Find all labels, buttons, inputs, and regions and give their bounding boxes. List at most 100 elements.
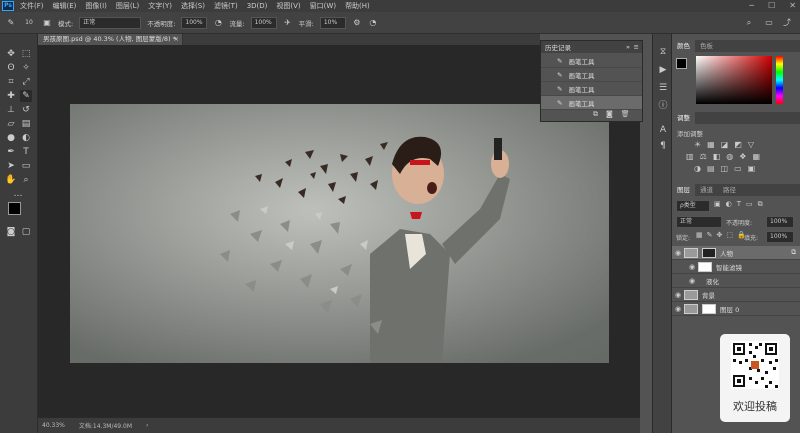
tab-paths[interactable]: 路径 xyxy=(718,184,741,196)
history-panel-icon[interactable]: ⧖ xyxy=(657,46,669,58)
panel-foreground-swatch[interactable] xyxy=(676,58,687,69)
history-brush-tool-icon[interactable]: ↺ xyxy=(20,104,32,116)
eye-icon[interactable]: ◉ xyxy=(672,249,684,257)
healing-tool-icon[interactable]: ✚ xyxy=(5,90,17,102)
canvas-image[interactable] xyxy=(70,104,609,363)
blend-mode-dropdown[interactable]: 正常 xyxy=(676,216,722,228)
properties-panel-icon[interactable]: ☰ xyxy=(657,82,669,94)
shape-filter-icon[interactable]: ▭ xyxy=(746,200,753,209)
paragraph-panel-icon[interactable]: ¶ xyxy=(657,140,669,152)
camera-icon[interactable]: ◙ xyxy=(606,110,613,119)
crop-tool-icon[interactable]: ⌗ xyxy=(5,76,17,88)
layer-mask-thumbnail[interactable] xyxy=(702,247,716,258)
eye-icon[interactable]: ◉ xyxy=(672,291,684,299)
lock-transparent-icon[interactable]: ▦ xyxy=(696,231,703,239)
menu-edit[interactable]: 编辑(E) xyxy=(53,1,77,11)
airbrush-icon[interactable]: ✈ xyxy=(283,18,293,28)
exposure-icon[interactable]: ◩ xyxy=(734,140,742,149)
history-item[interactable]: ✎ 画笔工具 xyxy=(541,54,642,68)
smoothing-input[interactable]: 10% xyxy=(319,16,346,29)
menu-type[interactable]: 文字(Y) xyxy=(148,1,172,11)
stamp-tool-icon[interactable]: ⊥ xyxy=(5,104,17,116)
menu-image[interactable]: 图像(I) xyxy=(85,1,107,11)
menu-3d[interactable]: 3D(D) xyxy=(247,2,268,10)
actions-panel-icon[interactable]: ▶ xyxy=(657,64,669,76)
tab-adjustments[interactable]: 调整 xyxy=(672,112,695,124)
brush-settings-icon[interactable]: ▣ xyxy=(42,18,52,28)
layer-kind-filter[interactable]: ρ类型 xyxy=(676,200,710,212)
info-panel-icon[interactable]: ⓘ xyxy=(657,100,669,112)
maximize-button[interactable]: ☐ xyxy=(768,1,775,10)
layer-row[interactable]: ◉ 智能滤镜 xyxy=(672,260,800,274)
eyedropper-tool-icon[interactable]: ⤢ xyxy=(20,76,32,88)
selective-color-icon[interactable]: ▣ xyxy=(748,164,756,173)
search-icon[interactable]: ⌕ xyxy=(744,18,754,28)
trash-icon[interactable]: 🗑 xyxy=(621,110,630,119)
tab-swatches[interactable]: 色板 xyxy=(695,40,718,52)
color-lookup-icon[interactable]: ▦ xyxy=(752,152,760,161)
hue-slider[interactable] xyxy=(776,56,783,104)
submission-watermark[interactable]: 欢迎投稿 xyxy=(720,334,790,422)
history-item[interactable]: ✎ 画笔工具 xyxy=(541,68,642,82)
pen-tool-icon[interactable]: ✒ xyxy=(5,146,17,158)
eye-icon[interactable]: ◉ xyxy=(672,305,684,313)
layer-row[interactable]: ◉ 液化 xyxy=(672,274,800,288)
history-menu-icon[interactable]: ≡ xyxy=(634,43,639,51)
gradient-tool-icon[interactable]: ▤ xyxy=(20,118,32,130)
eye-icon[interactable]: ◉ xyxy=(686,277,698,285)
layer-row-selected[interactable]: ◉ 人物 ⧉ xyxy=(672,246,800,260)
marquee-tool-icon[interactable]: ⬚ xyxy=(20,48,32,60)
document-close-icon[interactable]: × xyxy=(174,34,179,45)
history-item-selected[interactable]: ✎ 画笔工具 xyxy=(541,96,642,110)
move-tool-icon[interactable]: ✥ xyxy=(5,48,17,60)
zoom-level[interactable]: 40.33% xyxy=(42,422,65,429)
layer-row[interactable]: ◉ 图层 0 xyxy=(672,302,800,316)
black-white-icon[interactable]: ◧ xyxy=(713,152,721,161)
menu-help[interactable]: 帮助(H) xyxy=(345,1,370,11)
photo-filter-icon[interactable]: ◍ xyxy=(726,152,733,161)
threshold-icon[interactable]: ◫ xyxy=(721,164,729,173)
tab-color[interactable]: 颜色 xyxy=(672,40,695,52)
hand-tool-icon[interactable]: ✋ xyxy=(5,174,17,186)
brightness-icon[interactable]: ☀ xyxy=(694,140,701,149)
gear-icon[interactable]: ⚙ xyxy=(352,18,362,28)
curves-icon[interactable]: ◪ xyxy=(721,140,729,149)
dodge-tool-icon[interactable]: ◐ xyxy=(20,132,32,144)
mode-dropdown[interactable]: 正常 xyxy=(79,16,142,29)
zoom-tool-icon[interactable]: ⌕ xyxy=(20,174,32,186)
layer-row[interactable]: ◉ 背景 xyxy=(672,288,800,302)
menu-select[interactable]: 选择(S) xyxy=(181,1,205,11)
adjustment-filter-icon[interactable]: ◐ xyxy=(726,200,732,209)
flow-input[interactable]: 100% xyxy=(250,16,277,29)
path-select-tool-icon[interactable]: ➤ xyxy=(5,160,17,172)
magic-wand-tool-icon[interactable]: ✧ xyxy=(20,62,32,74)
close-button[interactable]: ✕ xyxy=(789,1,796,10)
lock-position-icon[interactable]: ✥ xyxy=(717,231,723,239)
pressure-opacity-icon[interactable]: ◔ xyxy=(213,18,223,28)
workspace-icon[interactable]: ▭ xyxy=(764,18,774,28)
color-picker-field[interactable] xyxy=(696,56,772,104)
menu-file[interactable]: 文件(F) xyxy=(20,1,44,11)
gradient-map-icon[interactable]: ▭ xyxy=(734,164,742,173)
eraser-tool-icon[interactable]: ▱ xyxy=(5,118,17,130)
share-icon[interactable]: ⤴ xyxy=(782,18,792,28)
brush-tool-icon[interactable]: ✎ xyxy=(20,90,32,102)
brush-size-picker[interactable]: 10 xyxy=(22,18,36,28)
levels-icon[interactable]: ▦ xyxy=(707,140,715,149)
channel-mixer-icon[interactable]: ❖ xyxy=(739,152,746,161)
screen-mode-icon[interactable]: ▢ xyxy=(20,226,32,238)
character-panel-icon[interactable]: A xyxy=(657,124,669,136)
history-collapse-icon[interactable]: » xyxy=(626,43,630,51)
tab-channels[interactable]: 通道 xyxy=(695,184,718,196)
quick-mask-icon[interactable]: ◙ xyxy=(5,226,17,238)
layer-mask-thumbnail[interactable] xyxy=(702,303,716,314)
menu-filter[interactable]: 滤镜(T) xyxy=(214,1,238,11)
more-tools-icon[interactable]: … xyxy=(12,188,24,200)
blur-tool-icon[interactable]: ● xyxy=(5,132,17,144)
color-balance-icon[interactable]: ⚖ xyxy=(700,152,707,161)
snapshot-from-state-icon[interactable]: ⧉ xyxy=(593,110,598,119)
shape-tool-icon[interactable]: ▭ xyxy=(20,160,32,172)
fill-input[interactable]: 100% xyxy=(766,231,794,243)
layer-opacity-input[interactable]: 100% xyxy=(766,216,794,228)
lasso-tool-icon[interactable]: ʘ xyxy=(5,62,17,74)
